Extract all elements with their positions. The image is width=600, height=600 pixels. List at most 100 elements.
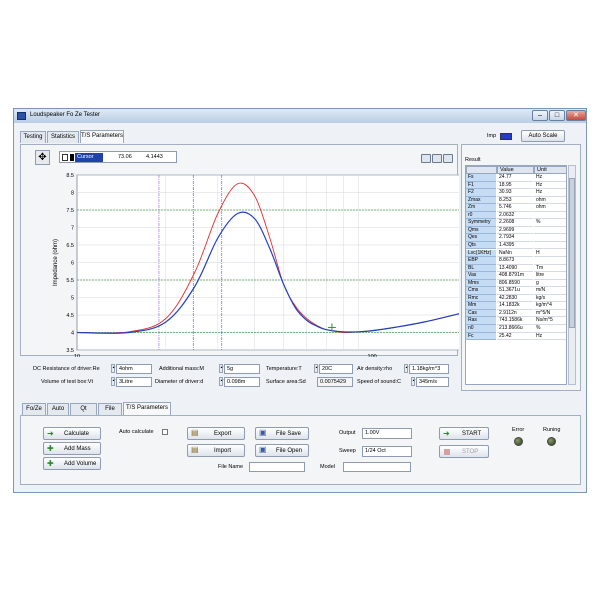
result-param-value[interactable]: 51.3671u (497, 287, 533, 295)
result-param-unit (534, 257, 566, 265)
result-param-value[interactable]: 18.95 (497, 181, 533, 190)
tab-qt[interactable]: Qt (70, 403, 97, 415)
model-label: Model (320, 464, 335, 470)
tab-ts-parameters-bottom[interactable]: T/S Parameters (123, 402, 171, 415)
tab-ts-parameters[interactable]: T/S Parameters (80, 130, 124, 143)
result-param-value[interactable]: 5.746 (497, 204, 533, 212)
dc-resistance-input[interactable]: 4ohm (116, 364, 152, 374)
file-name-label: File Name (218, 464, 244, 470)
y-tick-label: 4.5 (66, 313, 74, 319)
result-param-value[interactable]: NaNn (497, 249, 533, 258)
import-icon: ▤ (191, 445, 199, 454)
y-tick-label: 8 (71, 191, 74, 197)
close-button[interactable]: ✕ (566, 110, 586, 121)
export-button[interactable]: ▤ Export (187, 427, 245, 440)
result-param-value[interactable]: 30.93 (497, 189, 533, 197)
driver-diameter-input[interactable]: 0.098m (224, 377, 260, 387)
window-title: Loudspeaker Fo Ze Tester (30, 112, 100, 118)
add-mass-button[interactable]: ✚ Add Mass (43, 442, 101, 455)
result-param-value[interactable]: 25.42 (497, 332, 533, 341)
result-param-name: F1 (466, 181, 496, 190)
result-param-unit (534, 241, 566, 250)
test-box-volume-input[interactable]: 3Litre (116, 377, 152, 387)
y-tick-label: 3.5 (66, 348, 74, 354)
temperature-input[interactable]: 20C (319, 364, 353, 374)
dc-resistance-spinner[interactable]: ▲▼ (111, 364, 118, 373)
tab-fo-ze[interactable]: Fo/Ze (22, 403, 46, 415)
result-param-value[interactable]: 2.0632 (497, 211, 533, 220)
file-name-input[interactable] (249, 462, 305, 472)
additional-mass-input[interactable]: 5g (224, 364, 260, 374)
impedance-chart[interactable]: 3.5 4 4.5 5 5.5 6 6.5 7 7.5 8 8.5 10 100 Impedance (… (21, 145, 459, 357)
y-tick-label: 6.5 (66, 243, 74, 249)
result-param-value[interactable]: 8.253 (497, 196, 533, 205)
output-select[interactable]: 1.00V (362, 428, 412, 439)
result-scrollbar[interactable] (568, 165, 576, 385)
driver-diameter-spinner[interactable]: ▲▼ (219, 377, 226, 386)
air-density-input[interactable]: 1.18kg/m^3 (409, 364, 449, 374)
result-param-value[interactable]: 24.77 (497, 174, 533, 182)
result-param-unit (534, 226, 566, 235)
auto-scale-button[interactable]: Auto Scale (521, 130, 565, 142)
tab-file[interactable]: File (98, 403, 122, 415)
temperature-label: Temperature:T (266, 366, 302, 372)
additional-mass-spinner[interactable]: ▲▼ (219, 364, 226, 373)
result-param-value[interactable]: 13.4090 (497, 264, 533, 273)
result-param-value[interactable]: 1.4395 (497, 241, 533, 250)
result-param-value[interactable]: 2.9112n (497, 309, 533, 318)
result-scroll-thumb[interactable] (569, 178, 575, 328)
speed-of-sound-input[interactable]: 345m/s (416, 377, 449, 387)
tab-testing[interactable]: Testing (20, 131, 46, 143)
result-param-value[interactable]: 806.8590 (497, 279, 533, 288)
result-param-name: Rmc (466, 294, 496, 303)
auto-calculate-checkbox[interactable] (162, 429, 168, 435)
model-input[interactable] (343, 462, 411, 472)
result-param-value[interactable]: 42.2830 (497, 294, 533, 303)
control-panel: ➜ Calculate ✚ Add Mass ✚ Add Volume Auto… (20, 415, 581, 485)
speed-of-sound-spinner[interactable]: ▲▼ (411, 377, 418, 386)
y-tick-label: 5 (71, 296, 74, 302)
result-param-value[interactable]: 2.7934 (497, 234, 533, 242)
y-tick-label: 8.5 (66, 173, 74, 179)
file-open-button[interactable]: ▣ File Open (255, 444, 309, 457)
running-label: Runing (543, 427, 561, 433)
import-button[interactable]: ▤ Import (187, 444, 245, 457)
result-param-value[interactable]: 408.8791m (497, 272, 533, 280)
result-param-unit: m/N (534, 287, 566, 295)
test-box-volume-spinner[interactable]: ▲▼ (111, 377, 118, 386)
additional-mass-label: Additional mass:M (159, 366, 204, 372)
minimize-button[interactable]: – (532, 110, 548, 121)
result-header-name (466, 166, 497, 174)
calculate-button[interactable]: ➜ Calculate (43, 427, 101, 440)
result-param-unit: kg/m^4 (534, 302, 566, 310)
start-button[interactable]: ➜ START (439, 427, 489, 440)
imp-color-swatch[interactable] (500, 133, 512, 140)
result-param-unit: m^5/N (534, 309, 566, 318)
result-param-value[interactable]: 2.9699 (497, 226, 533, 235)
result-param-value[interactable]: 213.8666u (497, 325, 533, 333)
add-volume-button[interactable]: ✚ Add Volume (43, 457, 101, 470)
imp-label: Imp (487, 133, 497, 139)
result-param-value[interactable]: 8.8673 (497, 257, 533, 265)
result-param-unit: kg/s (534, 294, 566, 303)
tab-auto[interactable]: Auto (47, 403, 69, 415)
result-param-unit (534, 211, 566, 220)
error-label: Error (512, 427, 525, 433)
sweep-select[interactable]: 1/24 Oct (362, 446, 412, 457)
result-param-unit: Tm (534, 264, 566, 273)
file-save-button[interactable]: ▣ File Save (255, 427, 309, 440)
result-param-value[interactable]: 2.2608 (497, 219, 533, 227)
result-param-value[interactable]: 14.1832k (497, 302, 533, 310)
result-param-name: Symmetry (466, 219, 496, 227)
running-indicator-icon (547, 437, 556, 446)
calculate-icon: ➜ (47, 429, 54, 438)
temperature-spinner[interactable]: ▲▼ (314, 364, 321, 373)
tab-statistics[interactable]: Statistics (47, 131, 79, 143)
air-density-spinner[interactable]: ▲▼ (404, 364, 411, 373)
result-param-name: r0 (466, 211, 496, 220)
stop-button[interactable]: STOP (439, 445, 489, 458)
maximize-button[interactable]: □ (549, 110, 565, 121)
result-param-value[interactable]: 743.1586k (497, 317, 533, 325)
result-panel: Result Value Unit Fs 24.77 Hz F1 18.95 Hz F2 30… (461, 144, 581, 391)
result-param-name: BL (466, 264, 496, 273)
